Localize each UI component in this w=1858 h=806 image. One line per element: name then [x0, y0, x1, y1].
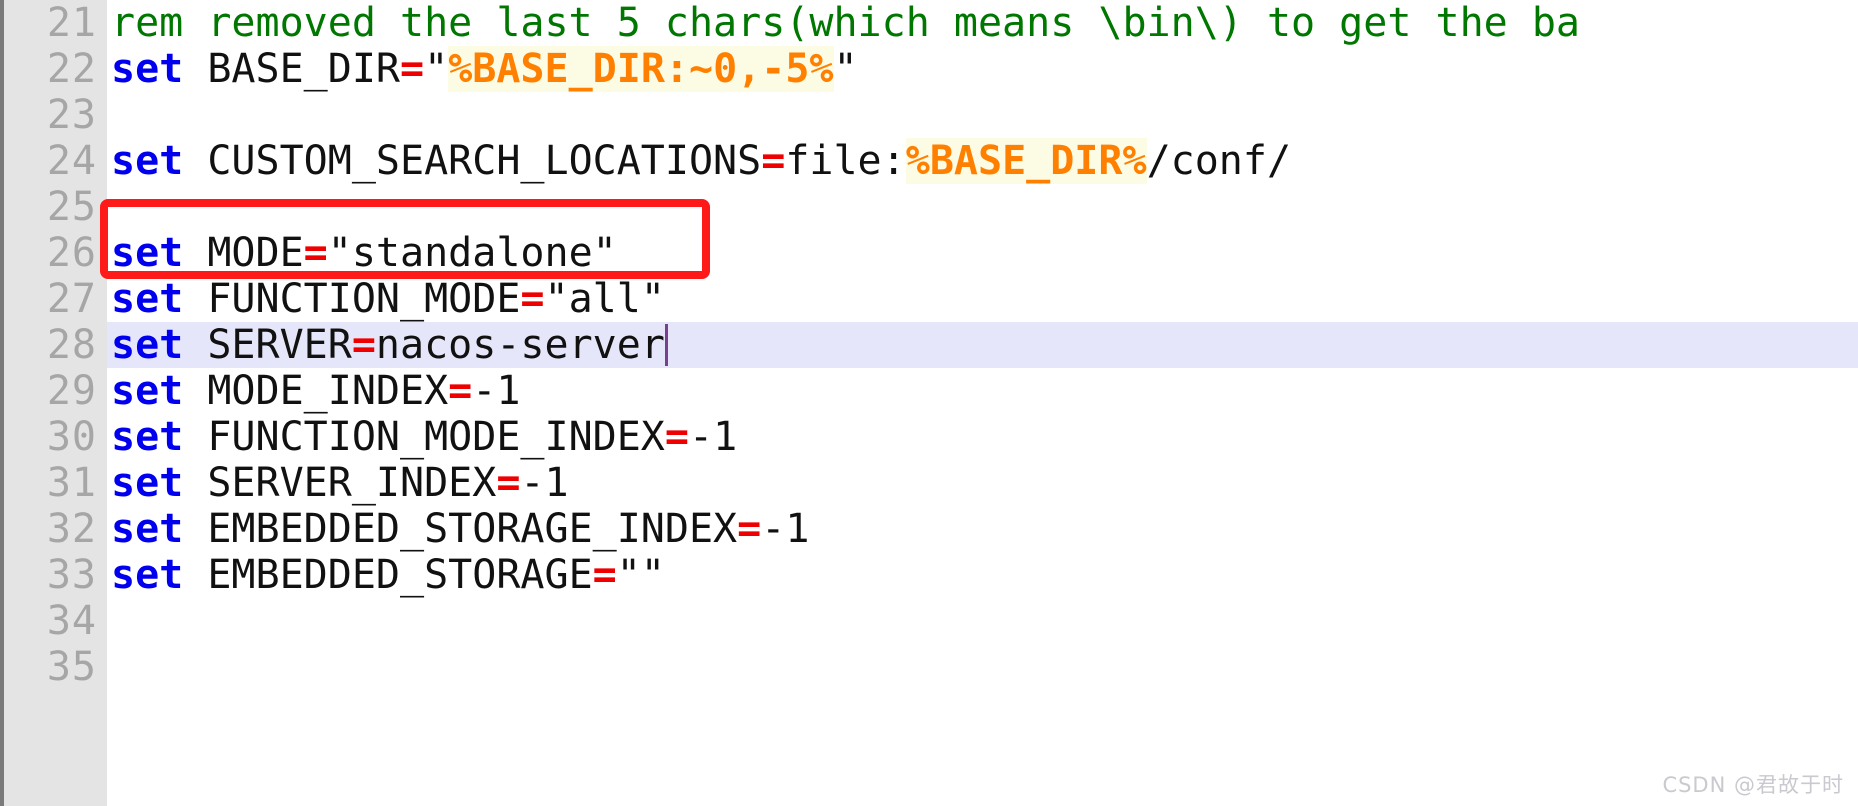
code-line-text: set MODE_INDEX=-1	[107, 368, 520, 414]
token-plain: /conf/	[1146, 138, 1292, 184]
token-operator: =	[664, 414, 689, 460]
token-variable: %BASE_DIR%	[905, 138, 1147, 184]
token-keyword: set	[111, 276, 184, 322]
token-variable: %BASE_DIR:~0,-5%	[448, 46, 834, 92]
token-plain: SERVER_INDEX	[183, 460, 497, 506]
line-number: 28	[46, 322, 97, 368]
token-keyword: set	[111, 368, 184, 414]
token-plain: CUSTOM_SEARCH_LOCATIONS	[183, 138, 762, 184]
code-content-area[interactable]: rem removed the last 5 chars(which means…	[107, 0, 1858, 806]
token-operator: =	[592, 552, 617, 598]
token-operator: =	[520, 276, 545, 322]
token-plain: file:	[785, 138, 906, 184]
code-line[interactable]	[107, 598, 1858, 644]
token-operator: =	[761, 138, 786, 184]
token-string: "standalone"	[327, 230, 617, 276]
token-plain: SERVER	[183, 322, 352, 368]
code-line-text: set EMBEDDED_STORAGE=""	[107, 552, 665, 598]
code-line-text: set SERVER_INDEX=-1	[107, 460, 569, 506]
code-line[interactable]: set SERVER=nacos-server	[107, 322, 1858, 368]
line-number: 27	[46, 276, 97, 322]
code-line[interactable]	[107, 644, 1858, 690]
token-operator: =	[737, 506, 762, 552]
code-line-text: set FUNCTION_MODE_INDEX=-1	[107, 414, 737, 460]
token-plain: FUNCTION_MODE_INDEX	[183, 414, 665, 460]
code-line[interactable]: set CUSTOM_SEARCH_LOCATIONS=file:%BASE_D…	[107, 138, 1858, 184]
token-string: "	[833, 46, 858, 92]
token-operator: =	[448, 368, 473, 414]
code-line[interactable]: set SERVER_INDEX=-1	[107, 460, 1858, 506]
token-comment: rem removed the last 5 chars(which means…	[111, 0, 1581, 46]
line-number: 24	[46, 138, 97, 184]
token-plain: BASE_DIR	[183, 46, 400, 92]
code-line-text: set EMBEDDED_STORAGE_INDEX=-1	[107, 506, 809, 552]
token-keyword: set	[111, 322, 184, 368]
code-line[interactable]: set FUNCTION_MODE="all"	[107, 276, 1858, 322]
code-line-text: rem removed the last 5 chars(which means…	[107, 0, 1580, 46]
token-operator: =	[351, 322, 376, 368]
line-number: 29	[46, 368, 97, 414]
token-plain: -1	[761, 506, 810, 552]
token-plain: nacos-server	[375, 322, 665, 368]
line-number: 30	[46, 414, 97, 460]
code-editor[interactable]: 21 22 23 24 25 26 27 28 29 30 31 32 33 34 35 rem remov…	[0, 0, 1858, 806]
line-number: 32	[46, 506, 97, 552]
token-keyword: set	[111, 230, 184, 276]
code-line[interactable]: set EMBEDDED_STORAGE_INDEX=-1	[107, 506, 1858, 552]
line-number: 33	[46, 552, 97, 598]
token-keyword: set	[111, 460, 184, 506]
code-line[interactable]: set EMBEDDED_STORAGE=""	[107, 552, 1858, 598]
token-operator: =	[400, 46, 425, 92]
line-number-gutter: 21 22 23 24 25 26 27 28 29 30 31 32 33 34 35	[0, 0, 107, 806]
line-number: 23	[46, 92, 97, 138]
line-number: 25	[46, 184, 97, 230]
code-line[interactable]: set MODE_INDEX=-1	[107, 368, 1858, 414]
token-keyword: set	[111, 414, 184, 460]
token-string: "	[424, 46, 449, 92]
token-plain: FUNCTION_MODE	[183, 276, 521, 322]
token-plain: -1	[472, 368, 521, 414]
line-number: 31	[46, 460, 97, 506]
token-plain: EMBEDDED_STORAGE_INDEX	[183, 506, 738, 552]
code-line-text: set SERVER=nacos-server	[107, 322, 665, 368]
code-line[interactable]: set BASE_DIR="%BASE_DIR:~0,-5%"	[107, 46, 1858, 92]
code-line[interactable]	[107, 184, 1858, 230]
token-plain: MODE_INDEX	[183, 368, 449, 414]
code-line[interactable]: rem removed the last 5 chars(which means…	[107, 0, 1858, 46]
token-string: "all"	[544, 276, 665, 322]
token-operator: =	[496, 460, 521, 506]
code-line-text: set FUNCTION_MODE="all"	[107, 276, 665, 322]
code-line-text: set BASE_DIR="%BASE_DIR:~0,-5%"	[107, 46, 858, 92]
token-plain: MODE	[183, 230, 304, 276]
line-number: 21	[46, 0, 97, 46]
token-keyword: set	[111, 138, 184, 184]
code-line[interactable]: set FUNCTION_MODE_INDEX=-1	[107, 414, 1858, 460]
text-caret	[664, 324, 668, 366]
token-plain: EMBEDDED_STORAGE	[183, 552, 593, 598]
line-number: 22	[46, 46, 97, 92]
token-operator: =	[303, 230, 328, 276]
token-plain: -1	[688, 414, 738, 460]
code-line[interactable]	[107, 92, 1858, 138]
token-plain: -1	[520, 460, 569, 506]
line-number: 34	[46, 598, 97, 644]
line-number: 35	[46, 644, 97, 690]
code-line-text: set CUSTOM_SEARCH_LOCATIONS=file:%BASE_D…	[107, 138, 1291, 184]
code-line[interactable]: set MODE="standalone"	[107, 230, 1858, 276]
csdn-watermark: CSDN @君故于时	[1662, 773, 1844, 797]
token-keyword: set	[111, 506, 184, 552]
token-keyword: set	[111, 552, 184, 598]
line-number: 26	[46, 230, 97, 276]
code-line-text: set MODE="standalone"	[107, 230, 617, 276]
token-string: ""	[616, 552, 665, 598]
token-keyword: set	[111, 46, 184, 92]
